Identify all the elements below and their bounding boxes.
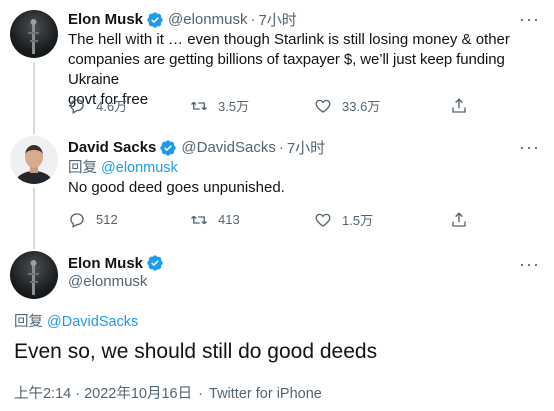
verified-badge-icon: [160, 139, 177, 156]
more-options-icon[interactable]: ···: [519, 10, 540, 28]
separator-dot: ·: [198, 386, 203, 402]
tweet-actions: 512 413 1.5万: [68, 210, 478, 229]
retweet-count: 413: [218, 212, 240, 227]
thread-line: [33, 124, 35, 134]
tweet-2[interactable]: David Sacks @DavidSacks · 7小时 ··· 回复 @el…: [0, 124, 554, 240]
tweet-header: Elon Musk @elonmusk · 7小时: [68, 9, 297, 30]
avatar-portrait: [10, 136, 58, 184]
retweet-count: 3.5万: [218, 99, 250, 114]
thread-line: [33, 239, 35, 249]
tweet-text: Even so, we should still do good deeds: [14, 340, 378, 363]
reply-to-link[interactable]: @elonmusk: [101, 160, 178, 176]
author-handle[interactable]: @elonmusk: [168, 11, 247, 28]
retweet-button[interactable]: 413: [190, 211, 314, 229]
author-handle[interactable]: @DavidSacks: [181, 139, 275, 156]
tweet-header: David Sacks @DavidSacks · 7小时: [68, 137, 325, 158]
tweet-1[interactable]: Elon Musk @elonmusk · 7小时 ··· The hell w…: [0, 0, 554, 124]
reply-icon: [70, 212, 84, 228]
more-options-icon[interactable]: ···: [519, 255, 540, 273]
separator-dot: ·: [278, 139, 284, 156]
reply-button[interactable]: 512: [68, 211, 190, 229]
tweet-timestamp[interactable]: 上午2:14 · 2022年10月16日: [14, 386, 192, 402]
tweet-time[interactable]: 7小时: [258, 9, 296, 30]
replying-to: 回复 @elonmusk: [68, 158, 178, 178]
verified-badge-icon: [147, 11, 163, 28]
share-icon: [452, 97, 466, 113]
tweet-header: Elon Musk: [68, 254, 168, 272]
retweet-button[interactable]: 3.5万: [190, 96, 314, 115]
thread-line: [33, 188, 35, 240]
retweet-icon: [191, 101, 207, 110]
avatar-figure: [28, 19, 39, 54]
author-name[interactable]: Elon Musk: [68, 255, 143, 272]
replying-to: 回复 @DavidSacks: [14, 312, 138, 332]
tweet-text: No good deed goes unpunished.: [68, 179, 285, 196]
avatar[interactable]: [10, 136, 58, 184]
like-count: 1.5万: [342, 213, 374, 228]
like-button[interactable]: 1.5万: [314, 210, 450, 229]
author-name[interactable]: David Sacks: [68, 139, 156, 156]
avatar[interactable]: [10, 251, 58, 299]
thread-line: [33, 62, 35, 124]
heart-icon: [315, 99, 331, 113]
more-options-icon[interactable]: ···: [519, 138, 540, 156]
avatar-figure: [28, 260, 39, 295]
tweet-text-line: companies are getting billions of taxpay…: [68, 51, 505, 88]
share-button[interactable]: [450, 97, 478, 115]
reply-prefix: 回复: [14, 314, 43, 330]
reply-count: 512: [96, 212, 118, 227]
tweet-actions: 4.6万 3.5万 33.6万: [68, 96, 478, 115]
share-button[interactable]: [450, 211, 478, 229]
reply-button[interactable]: 4.6万: [68, 96, 190, 115]
heart-icon: [315, 213, 331, 227]
reply-prefix: 回复: [68, 160, 97, 176]
separator-dot: ·: [250, 11, 256, 28]
author-name[interactable]: Elon Musk: [68, 11, 143, 28]
like-button[interactable]: 33.6万: [314, 96, 450, 115]
verified-badge-icon: [147, 255, 163, 271]
like-count: 33.6万: [342, 99, 381, 114]
tweet-meta: 上午2:14 · 2022年10月16日 · Twitter for iPhon…: [14, 382, 322, 403]
reply-count: 4.6万: [96, 99, 128, 114]
tweet-source[interactable]: Twitter for iPhone: [209, 386, 322, 402]
tweet-text-line: The hell with it … even though Starlink …: [68, 31, 510, 48]
reply-icon: [70, 98, 84, 114]
avatar[interactable]: [10, 10, 58, 58]
tweet-time[interactable]: 7小时: [287, 137, 325, 158]
share-icon: [452, 211, 466, 227]
retweet-icon: [191, 215, 207, 224]
author-handle[interactable]: @elonmusk: [68, 272, 147, 292]
reply-to-link[interactable]: @DavidSacks: [47, 314, 138, 330]
